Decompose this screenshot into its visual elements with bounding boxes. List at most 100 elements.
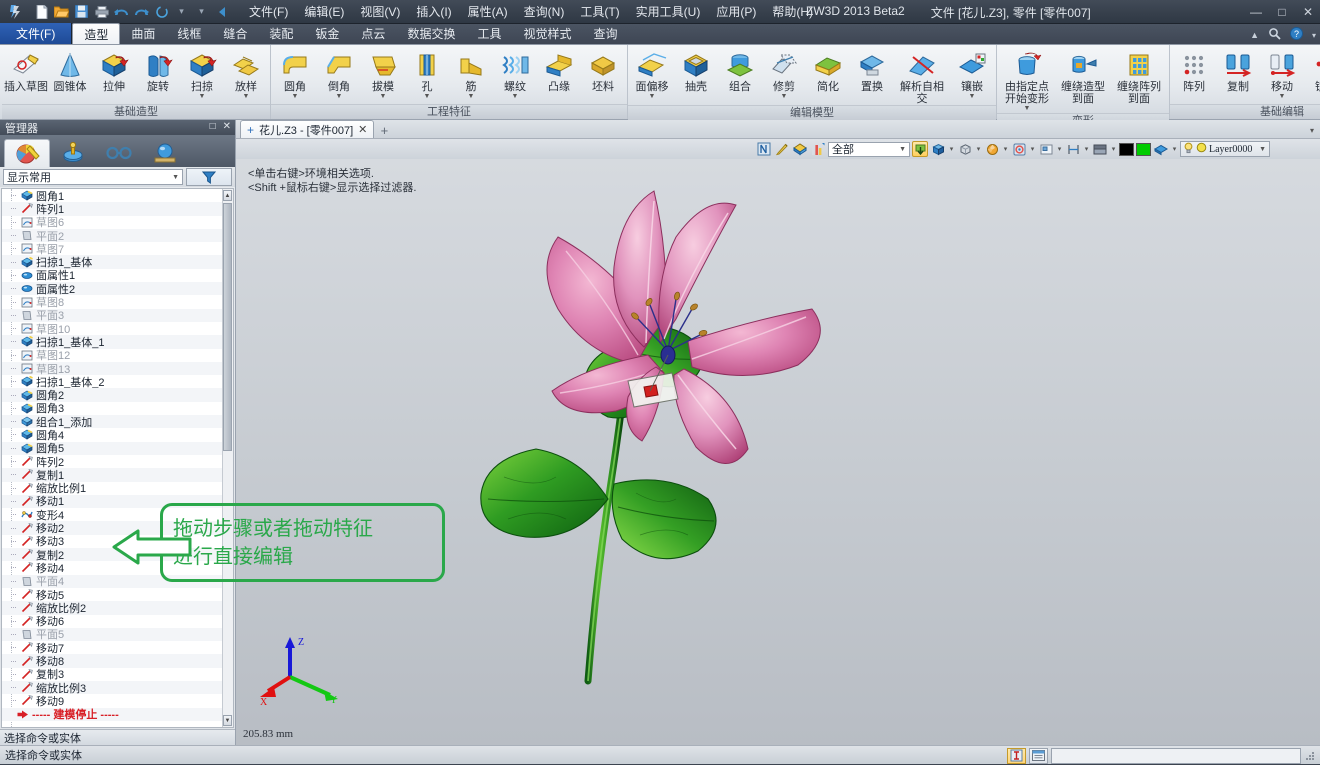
chevron-down-icon[interactable]: ▼ [512, 93, 519, 101]
line-color-swatch[interactable] [1119, 142, 1134, 156]
help-dropdown-icon[interactable]: ▾ [1312, 31, 1316, 40]
ribbon-button-self-intersect[interactable]: 解析自相交 [894, 48, 950, 105]
ribbon-button-deform-point[interactable]: 由指定点开始变形 ▼ [999, 48, 1055, 113]
ribbon-button-draft[interactable]: 拔模 ▼ [361, 48, 405, 101]
ribbon-button-face-offset[interactable]: 面偏移 ▼ [630, 48, 674, 101]
ribbon-button-copy[interactable]: 复制 [1216, 48, 1260, 93]
tab-data-exchange[interactable]: 数据交换 [396, 23, 466, 44]
ribbon-button-rib[interactable]: 筋 ▼ [449, 48, 493, 101]
doc-tab-close-icon[interactable]: ✕ [358, 123, 367, 136]
tab-sheetmetal[interactable]: 钣金 [304, 23, 350, 44]
visual-manager-tab[interactable] [96, 139, 142, 167]
ribbon-button-sketch[interactable]: 插入草图 [4, 48, 48, 93]
menu-inquire[interactable]: 查询(N) [516, 1, 573, 22]
tree-scroll-down-button[interactable]: ▼ [223, 715, 232, 726]
ribbon-button-pattern[interactable]: 阵列 [1172, 48, 1216, 93]
chevron-down-icon[interactable]: ▼ [292, 93, 299, 101]
ribbon-button-revolve[interactable]: 旋转 [136, 48, 180, 93]
ribbon-button-extrude[interactable]: 拉伸 [92, 48, 136, 93]
tab-wireframe[interactable]: 线框 [166, 23, 212, 44]
chevron-down-icon[interactable]: ▼ [380, 93, 387, 101]
tab-tools[interactable]: 工具 [466, 23, 512, 44]
section-view-dropdown-icon[interactable]: ▾ [1056, 145, 1063, 153]
back-icon[interactable] [212, 3, 231, 21]
resize-grip-icon[interactable] [1304, 750, 1316, 762]
menu-application[interactable]: 应用(P) [708, 1, 764, 22]
shaded-view-icon[interactable] [930, 141, 946, 157]
chevron-down-icon[interactable]: ▼ [468, 93, 475, 101]
close-button[interactable]: ✕ [1300, 5, 1316, 19]
render-manager-tab[interactable] [142, 139, 188, 167]
rotate-view-dropdown-icon[interactable]: ▾ [1029, 145, 1036, 153]
command-list-button[interactable] [1029, 747, 1048, 764]
tab-visual-style[interactable]: 视觉样式 [512, 23, 582, 44]
standard-views-dropdown-icon[interactable]: ▾ [1002, 145, 1009, 153]
ribbon-button-hole[interactable]: 孔 ▼ [405, 48, 449, 101]
menu-file[interactable]: 文件(F) [241, 1, 296, 22]
grid-snap-icon[interactable] [1065, 141, 1081, 157]
ribbon-button-thread[interactable]: 螺纹 ▼ [493, 48, 537, 101]
redo-icon[interactable] [132, 3, 151, 21]
feature-history-tree[interactable]: 圆角1 阵列1 草图6 平面2 草图7 扫掠1_基体 面属性1 面属性2 草图8 平面3 草图10 扫… [1, 188, 234, 728]
ribbon-button-stock[interactable]: 坯料 [581, 48, 625, 93]
filter-funnel-icon[interactable] [186, 168, 232, 186]
ribbon-button-simplify[interactable]: 简化 [806, 48, 850, 93]
select-entity-icon[interactable] [756, 141, 772, 157]
undo-icon[interactable] [112, 3, 131, 21]
ribbon-button-move[interactable]: 移动 ▼ [1260, 48, 1304, 101]
manager-filter-combo[interactable]: 显示常用 ▼ [3, 169, 183, 185]
ribbon-button-combine[interactable]: 组合 [718, 48, 762, 93]
tree-scroll-up-button[interactable]: ▲ [223, 190, 232, 201]
tab-stitch[interactable]: 缝合 [212, 23, 258, 44]
new-icon[interactable] [32, 3, 51, 21]
chevron-up-icon[interactable]: ▲ [1250, 30, 1259, 40]
grid-snap-dropdown-icon[interactable]: ▾ [1083, 145, 1090, 153]
qat-dropdown-icon[interactable]: ▾ [172, 3, 191, 21]
chevron-down-icon[interactable]: ▼ [781, 93, 788, 101]
chevron-down-icon[interactable]: ▼ [1024, 105, 1031, 113]
lightbulb-icon[interactable] [1183, 142, 1194, 157]
tab-pointcloud[interactable]: 点云 [350, 23, 396, 44]
minimize-button[interactable]: — [1248, 5, 1264, 19]
chevron-down-icon[interactable]: ▼ [969, 93, 976, 101]
maximize-button[interactable]: □ [1274, 5, 1290, 19]
background-icon[interactable] [1092, 141, 1108, 157]
ribbon-button-inlay[interactable]: 镶嵌 ▼ [950, 48, 994, 101]
chevron-down-icon[interactable]: ▼ [199, 93, 206, 101]
chevron-down-icon[interactable]: ▼ [649, 93, 656, 101]
chevron-down-icon[interactable]: ▼ [336, 93, 343, 101]
menu-view[interactable]: 视图(V) [352, 1, 408, 22]
help-icon[interactable]: ? [1289, 27, 1303, 43]
chevron-down-icon[interactable]: ▼ [899, 146, 906, 153]
ribbon-button-sweep[interactable]: 扫掠 ▼ [180, 48, 224, 101]
tree-scroll-thumb[interactable] [223, 203, 232, 451]
layer-combo[interactable]: Layer0000 ▼ [1180, 141, 1270, 157]
erase-icon[interactable] [774, 141, 790, 157]
chevron-down-icon[interactable]: ▼ [424, 93, 431, 101]
menu-attribute[interactable]: 属性(A) [460, 1, 516, 22]
search-icon[interactable] [1268, 27, 1281, 43]
wireframe-view-icon[interactable] [957, 141, 973, 157]
input-mode-button[interactable] [1007, 747, 1026, 764]
regen-icon[interactable] [152, 3, 171, 21]
background-dropdown-icon[interactable]: ▾ [1110, 145, 1117, 153]
ribbon-button-replace[interactable]: 置换 [850, 48, 894, 93]
ribbon-button-mirror[interactable]: 镜像 [1304, 48, 1320, 93]
doc-tab-overflow-icon[interactable]: ▾ [1310, 126, 1314, 135]
new-document-tab-button[interactable]: + [374, 122, 394, 138]
tab-file[interactable]: 文件(F) [0, 23, 73, 44]
selection-filter-combo[interactable]: 全部 ▼ [828, 141, 910, 157]
tab-modeling[interactable]: 造型 [72, 23, 121, 44]
standard-views-icon[interactable] [984, 141, 1000, 157]
shade-icon[interactable] [792, 141, 808, 157]
chevron-down-icon[interactable]: ▼ [172, 174, 179, 181]
ribbon-button-chamfer[interactable]: 倒角 ▼ [317, 48, 361, 101]
chevron-down-icon[interactable]: ▼ [1279, 93, 1286, 101]
ribbon-button-wrap-shape[interactable]: 缠绕造型到面 [1055, 48, 1111, 105]
menu-utilities[interactable]: 实用工具(U) [628, 1, 709, 22]
print-icon[interactable] [92, 3, 111, 21]
menu-tools[interactable]: 工具(T) [572, 1, 627, 22]
tab-inquire[interactable]: 查询 [582, 23, 628, 44]
manager-restore-button[interactable]: □ [210, 121, 216, 132]
tab-surface[interactable]: 曲面 [120, 23, 166, 44]
